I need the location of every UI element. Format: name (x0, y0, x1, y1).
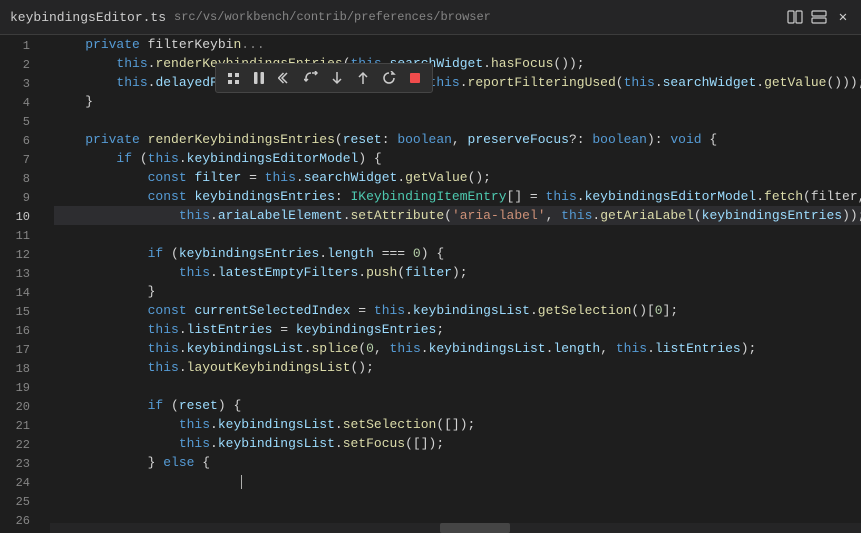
code-line-8: const filter = this.searchWidget.getValu… (54, 168, 861, 187)
code-line-21: this.keybindingsList.setSelection([]); (54, 415, 861, 434)
line-num-11: 11 (0, 227, 40, 246)
line-numbers-gutter: 1 2 3 4 5 6 7 8 9 10 11 12 13 14 15 16 1… (0, 35, 50, 533)
close-icon[interactable]: ✕ (835, 9, 851, 25)
line-num-20: 20 (0, 398, 40, 417)
toolbar-restart-btn[interactable] (376, 65, 402, 91)
layout-icon[interactable] (811, 9, 827, 25)
line-num-6: 6 (0, 132, 40, 151)
title-bar-controls: ✕ (787, 9, 851, 25)
code-line-2: this.renderKeybindingsEntries(this.searc… (54, 54, 861, 73)
line-num-8: 8 (0, 170, 40, 189)
toolbar-step-out-btn[interactable] (350, 65, 376, 91)
line-num-10: 10 (0, 208, 40, 227)
line-num-23: 23 (0, 455, 40, 474)
floating-toolbar (215, 63, 433, 93)
toolbar-step-into-btn[interactable] (324, 65, 350, 91)
code-line-1: private filterKeybin... (54, 35, 861, 54)
title-bar-path: src/vs/workbench/contrib/preferences/bro… (174, 10, 491, 24)
line-num-9: 9 (0, 189, 40, 208)
code-line-19 (54, 377, 861, 396)
line-num-22: 22 (0, 436, 40, 455)
code-line-4: } (54, 92, 861, 111)
line-num-3: 3 (0, 75, 40, 94)
horizontal-scrollbar[interactable] (50, 523, 861, 533)
line-num-26: 26 (0, 512, 40, 531)
toolbar-grid-btn[interactable] (220, 65, 246, 91)
toolbar-stop-btn[interactable] (402, 65, 428, 91)
toolbar-pause-btn[interactable] (246, 65, 272, 91)
line-num-17: 17 (0, 341, 40, 360)
title-bar-left: keybindingsEditor.ts src/vs/workbench/co… (10, 10, 491, 25)
code-line-16: this.listEntries = keybindingsEntries; (54, 320, 861, 339)
toolbar-step-over-btn[interactable] (298, 65, 324, 91)
code-line-7: if (this.keybindingsEditorModel) { (54, 149, 861, 168)
code-line-10: ▶ this.ariaLabelElement.setAttribute('ar… (54, 206, 861, 225)
code-line-24 (54, 472, 861, 491)
toolbar-step-back-btn[interactable] (272, 65, 298, 91)
code-area[interactable]: private filterKeybin... this.renderKeybi… (50, 35, 861, 533)
code-line-3: this.delayedFilterLogging.trigger(() => … (54, 73, 861, 92)
code-line-13: this.latestEmptyFilters.push(filter); (54, 263, 861, 282)
code-line-20: if (reset) { (54, 396, 861, 415)
line-num-18: 18 (0, 360, 40, 379)
code-line-11 (54, 225, 861, 244)
line-num-7: 7 (0, 151, 40, 170)
code-line-12: if (keybindingsEntries.length === 0) { (54, 244, 861, 263)
horizontal-scrollbar-thumb[interactable] (440, 523, 510, 533)
code-line-5 (54, 111, 861, 130)
split-editor-icon[interactable] (787, 9, 803, 25)
line-num-5: 5 (0, 113, 40, 132)
code-line-15: const currentSelectedIndex = this.keybin… (54, 301, 861, 320)
line-num-25: 25 (0, 493, 40, 512)
code-line-22: this.keybindingsList.setFocus([]); (54, 434, 861, 453)
code-line-18: this.layoutKeybindingsList(); (54, 358, 861, 377)
line-num-24: 24 (0, 474, 40, 493)
code-line-9: const keybindingsEntries: IKeybindingIte… (54, 187, 861, 206)
line-num-1: 1 (0, 37, 40, 56)
line-num-19: 19 (0, 379, 40, 398)
line-num-12: 12 (0, 246, 40, 265)
line-num-21: 21 (0, 417, 40, 436)
line-num-14: 14 (0, 284, 40, 303)
code-line-17: this.keybindingsList.splice(0, this.keyb… (54, 339, 861, 358)
title-bar: keybindingsEditor.ts src/vs/workbench/co… (0, 0, 861, 35)
line-num-16: 16 (0, 322, 40, 341)
line-num-4: 4 (0, 94, 40, 113)
code-line-6: private renderKeybindingsEntries(reset: … (54, 130, 861, 149)
title-bar-filename: keybindingsEditor.ts (10, 10, 166, 25)
line-num-2: 2 (0, 56, 40, 75)
code-line-14: } (54, 282, 861, 301)
line-num-13: 13 (0, 265, 40, 284)
line-num-15: 15 (0, 303, 40, 322)
editor-container: 1 2 3 4 5 6 7 8 9 10 11 12 13 14 15 16 1… (0, 35, 861, 533)
